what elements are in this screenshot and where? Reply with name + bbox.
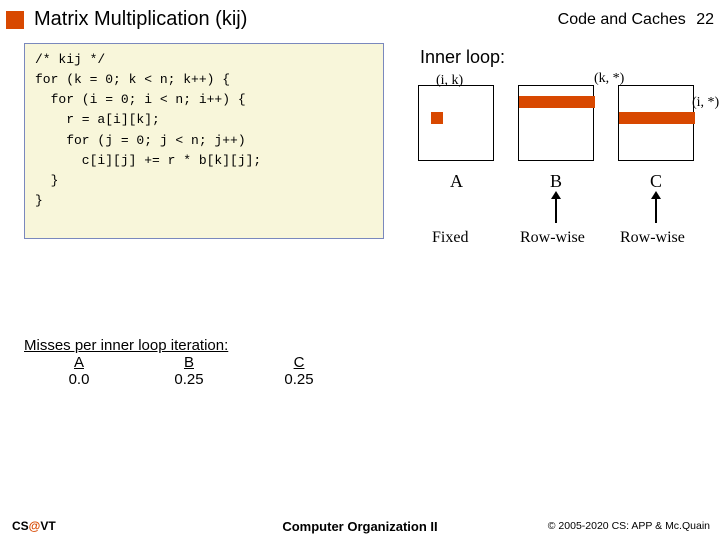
matrix-b-pattern: Row-wise [520, 229, 585, 247]
section-label: Code and Caches [558, 11, 686, 28]
matrix-a-label: A [450, 171, 463, 192]
misses-val-b: 0.25 [134, 371, 244, 388]
misses-title: Misses per inner loop iteration: [24, 337, 354, 354]
footer-right: © 2005-2020 CS: APP & Mc.Quain [548, 520, 720, 532]
matrix-c-pattern: Row-wise [620, 229, 685, 247]
matrix-a [418, 85, 494, 161]
matrix-b-label: B [550, 171, 562, 192]
matrix-a-pattern: Fixed [432, 229, 468, 247]
matrix-a-cell-icon [431, 112, 443, 124]
code-block: /* kij */ for (k = 0; k < n; k++) { for … [24, 43, 384, 239]
matrix-c-label: C [650, 171, 662, 192]
title-bullet-icon [6, 11, 24, 29]
misses-val-a: 0.0 [24, 371, 134, 388]
misses-header-row: A B C [24, 354, 354, 371]
matrix-c-coord: (i, *) [692, 95, 719, 111]
arrow-c-icon [655, 197, 657, 223]
matrix-c-row-icon [619, 112, 695, 124]
slide-footer: CS@VT Computer Organization II © 2005-20… [0, 512, 720, 540]
misses-col-a: A [24, 354, 134, 371]
slide-title: Matrix Multiplication (kij) [34, 8, 247, 31]
slide-body: /* kij */ for (k = 0; k < n; k++) { for … [0, 37, 720, 517]
matrix-a-coord: (i, k) [436, 73, 463, 89]
inner-loop-title: Inner loop: [420, 47, 505, 68]
slide-header: Matrix Multiplication (kij) Code and Cac… [0, 0, 720, 37]
misses-section: Misses per inner loop iteration: A B C 0… [24, 337, 354, 388]
section-and-page: Code and Caches 22 [558, 11, 714, 29]
misses-col-c: C [244, 354, 354, 371]
page-number: 22 [696, 11, 714, 28]
matrix-c [618, 85, 694, 161]
misses-val-c: 0.25 [244, 371, 354, 388]
matrix-b-row-icon [519, 96, 595, 108]
arrow-b-icon [555, 197, 557, 223]
misses-value-row: 0.0 0.25 0.25 [24, 371, 354, 388]
misses-col-b: B [134, 354, 244, 371]
matrix-b [518, 85, 594, 161]
